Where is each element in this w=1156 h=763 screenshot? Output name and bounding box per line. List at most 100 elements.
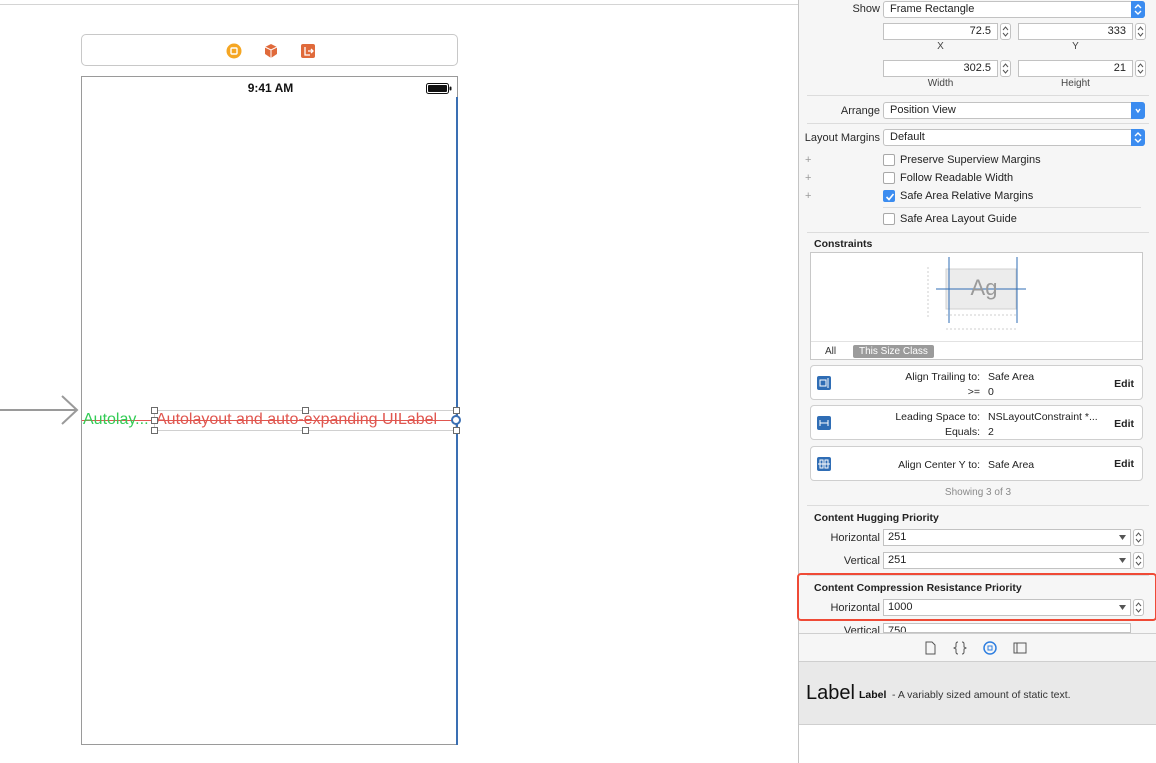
safe-area-layout-guide-checkbox[interactable] [883,213,895,225]
annotation-highlight-box [797,573,1156,621]
divider [807,123,1149,124]
status-bar-time: 9:41 AM [247,81,294,95]
layout-margins-popup[interactable]: Default [883,129,1145,146]
add-variation-icon[interactable]: + [805,172,811,184]
constraint-relation: >= [967,386,980,398]
battery-icon [426,83,452,94]
canvas-top-divider [0,4,798,5]
compression-vertical-value: 750 [888,625,907,633]
frame-height-label: Height [1061,78,1090,89]
add-variation-icon[interactable]: + [805,190,811,202]
hugging-vertical-field[interactable]: 251 [883,552,1131,569]
frame-y-field[interactable]: 333 [1018,23,1133,40]
constraints-title: Constraints [814,238,873,250]
constraint-align-center-y[interactable]: Align Center Y to: Safe Area Edit [810,446,1143,481]
resize-handle-top-middle[interactable] [302,407,309,414]
preserve-superview-margins-label: Preserve Superview Margins [900,154,1041,166]
constraint-key: Align Center Y to: [898,459,980,471]
library-item-name: Label [859,689,887,701]
resize-handle-middle-left[interactable] [151,417,158,424]
constraint-target: NSLayoutConstraint *... [988,411,1098,423]
show-popup[interactable]: Frame Rectangle [883,1,1145,18]
checkmark-icon [885,193,895,201]
divider [811,341,1142,342]
first-responder-icon[interactable] [263,43,279,59]
divider [807,95,1149,96]
popup-arrows-icon [1131,129,1145,146]
constraint-constant: 0 [988,386,994,398]
resize-handle-top-right[interactable] [453,407,460,414]
trailing-constraint-icon [817,376,831,390]
show-label: Show [852,3,880,15]
leading-space-icon [817,416,831,430]
storyboard-canvas[interactable]: 9:41 AM Autolay... Autolayout and auto-e… [0,0,798,763]
frame-y-label: Y [1072,41,1079,52]
frame-y-stepper[interactable] [1135,23,1146,40]
show-popup-value: Frame Rectangle [890,3,975,15]
constraint-leading-space[interactable]: Leading Space to: NSLayoutConstraint *..… [810,405,1143,440]
resize-handle-top-left[interactable] [151,407,158,414]
truncated-label[interactable]: Autolay... [83,411,149,429]
library-tab-bar [799,633,1156,661]
arrange-popup[interactable]: Position View [883,102,1145,119]
resize-handle-bottom-middle[interactable] [302,427,309,434]
view-controller-icon[interactable] [226,43,242,59]
hugging-horizontal-field[interactable]: 251 [883,529,1131,546]
segment-all[interactable]: All [825,346,836,357]
resize-handle-bottom-right[interactable] [453,427,460,434]
library-item-label[interactable]: Label Label - A variably sized amount of… [799,661,1156,725]
edit-constraint-button[interactable]: Edit [1114,418,1134,430]
popup-arrows-icon [1131,102,1145,119]
add-variation-icon[interactable]: + [805,154,811,166]
constraint-target: Safe Area [988,459,1035,471]
hugging-horizontal-label: Horizontal [830,532,880,544]
constraint-key: Align Trailing to: [905,371,980,383]
follow-readable-width-checkbox[interactable] [883,172,895,184]
frame-x-field[interactable]: 72.5 [883,23,998,40]
frame-x-label: X [937,41,944,52]
object-library-icon[interactable] [983,641,997,655]
popup-arrows-icon [1131,1,1145,18]
code-snippet-icon[interactable] [953,641,967,655]
exit-icon[interactable] [300,43,316,59]
segment-this-size-class[interactable]: This Size Class [853,345,934,358]
hugging-title: Content Hugging Priority [814,512,939,524]
dropdown-triangle-icon [1119,558,1126,563]
constraints-count: Showing 3 of 3 [944,487,1012,498]
scene-dock[interactable] [81,34,458,66]
constraint-constant: 2 [988,426,994,438]
frame-height-field[interactable]: 21 [1018,60,1133,77]
hugging-horizontal-stepper[interactable] [1133,529,1144,546]
constraint-align-trailing[interactable]: Align Trailing to: Safe Area >= 0 Edit [810,365,1143,400]
trailing-constraint-anchor[interactable] [451,415,461,425]
safe-area-relative-margins-label: Safe Area Relative Margins [900,190,1034,202]
file-template-icon[interactable] [923,641,937,655]
frame-width-label: Width [927,78,954,89]
resize-handle-bottom-left[interactable] [151,427,158,434]
edit-constraint-button[interactable]: Edit [1114,378,1134,390]
safe-area-relative-margins-checkbox[interactable] [883,190,895,202]
constraint-relation: Equals: [944,426,980,438]
preserve-superview-margins-checkbox[interactable] [883,154,895,166]
constraint-key: Leading Space to: [895,411,980,423]
layout-margins-label: Layout Margins [804,132,880,144]
frame-width-field[interactable]: 302.5 [883,60,998,77]
center-y-constraint-icon [817,457,831,471]
arrange-popup-value: Position View [890,104,956,116]
compression-vertical-field[interactable]: 750 [883,623,1131,633]
frame-height-stepper[interactable] [1135,60,1146,77]
initial-scene-arrow-icon [0,395,79,425]
edit-constraint-button[interactable]: Edit [1114,458,1134,470]
frame-width-stepper[interactable] [1000,60,1011,77]
layout-margins-popup-value: Default [890,131,925,143]
hugging-vertical-label: Vertical [843,555,880,567]
frame-x-stepper[interactable] [1000,23,1011,40]
constraints-preview[interactable]: Ag All This Size Class [810,252,1143,360]
follow-readable-width-label: Follow Readable Width [900,172,1014,184]
library-empty-area [799,725,1156,763]
hugging-horizontal-value: 251 [888,531,907,543]
media-library-icon[interactable] [1013,641,1027,655]
constraint-target: Safe Area [988,371,1035,383]
size-inspector: Show Frame Rectangle 72.5 333 X Y 302.5 … [797,0,1156,763]
hugging-vertical-stepper[interactable] [1133,552,1144,569]
